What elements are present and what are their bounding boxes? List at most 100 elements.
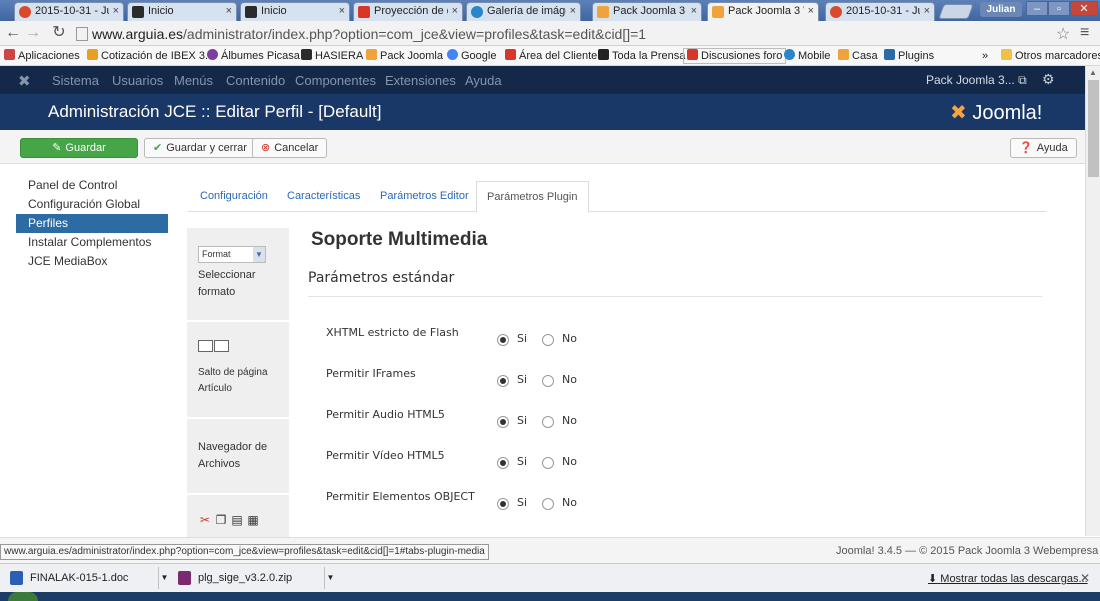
plugin-item-format[interactable]: Format ▼ Seleccionar formato: [187, 228, 289, 321]
sidebar-item-instalar-complementos[interactable]: Instalar Complementos: [16, 233, 168, 252]
site-link[interactable]: Pack Joomla 3... ⧉: [926, 73, 1027, 88]
show-all-downloads-link[interactable]: ⬇ Mostrar todas las descargas...: [928, 572, 1088, 585]
sidebar-item-jce-mediabox[interactable]: JCE MediaBox: [16, 252, 168, 271]
cancel-button[interactable]: ⊗ Cancelar: [252, 138, 328, 158]
browser-tab[interactable]: Galería de imáge ×: [466, 2, 581, 21]
bookmark-ibex[interactable]: Cotización de IBEX 3...: [87, 49, 214, 63]
radio-no[interactable]: [542, 498, 554, 510]
bookmark-google[interactable]: Google: [447, 49, 496, 63]
format-select[interactable]: Format ▼: [198, 246, 266, 263]
save-close-button[interactable]: ✔ Guardar y cerrar: [144, 138, 256, 158]
maximize-icon[interactable]: ▫: [1048, 1, 1070, 16]
bookmarks-bar: Aplicaciones Cotización de IBEX 3... Álb…: [0, 46, 1100, 66]
radio-yes[interactable]: [497, 416, 509, 428]
new-tab-button[interactable]: [938, 4, 974, 19]
bookmark-casa[interactable]: Casa: [838, 49, 878, 63]
bookmark-plugins[interactable]: Plugins: [884, 49, 934, 63]
bookmark-mobile[interactable]: Mobile: [784, 49, 830, 63]
param-row: XHTML estricto de Flash Si No: [326, 326, 606, 346]
minimize-icon[interactable]: –: [1026, 1, 1048, 16]
browser-tab[interactable]: Proyección de di ×: [353, 2, 463, 21]
close-icon[interactable]: ×: [113, 3, 119, 20]
radio-yes[interactable]: [497, 457, 509, 469]
download-item[interactable]: FINALAK-015-1.doc ▼: [4, 567, 170, 589]
start-button-icon[interactable]: [8, 592, 38, 601]
bookmark-toda-prensa[interactable]: Toda la Prensa: [598, 49, 685, 63]
close-icon[interactable]: ✕: [1080, 571, 1090, 585]
bookmark-star-icon[interactable]: ☆: [1056, 24, 1070, 44]
tab-title: Proyección de di: [374, 5, 448, 17]
radio-yes[interactable]: [497, 334, 509, 346]
browser-tab[interactable]: Pack Joomla 3 W ×: [592, 2, 702, 21]
reload-icon[interactable]: ↻: [50, 24, 68, 42]
forward-arrow-icon[interactable]: →: [24, 24, 42, 42]
close-icon[interactable]: ×: [691, 3, 697, 20]
sidebar-item-perfiles[interactable]: Perfiles: [16, 214, 168, 233]
close-icon[interactable]: ×: [570, 3, 576, 20]
plugin-item-browser[interactable]: Navegador de Archivos: [187, 419, 289, 494]
bookmark-label: Discusiones foro: [701, 50, 783, 62]
nav-extensiones[interactable]: Extensiones: [385, 73, 456, 88]
menu-icon[interactable]: ≡: [1080, 24, 1089, 42]
tab-parametros-plugin[interactable]: Parámetros Plugin: [476, 181, 589, 213]
back-arrow-icon[interactable]: ←: [4, 24, 22, 42]
paste-icon: ▤: [231, 513, 243, 527]
bookmark-area-cliente[interactable]: Área del Cliente: [505, 49, 597, 63]
nav-menus[interactable]: Menús: [174, 73, 213, 88]
radio-no[interactable]: [542, 416, 554, 428]
browser-tab[interactable]: Inicio ×: [240, 2, 350, 21]
radio-yes[interactable]: [497, 375, 509, 387]
chevron-down-icon[interactable]: ▼: [158, 567, 170, 589]
nav-contenido[interactable]: Contenido: [226, 73, 285, 88]
browser-tab[interactable]: Inicio ×: [127, 2, 237, 21]
close-icon[interactable]: ×: [339, 3, 345, 20]
page-scrollbar[interactable]: ▲: [1085, 66, 1100, 536]
site-icon: [301, 49, 312, 60]
webempresa-icon: [687, 49, 698, 60]
bookmarks-overflow-icon[interactable]: »: [982, 49, 988, 63]
help-button[interactable]: ❓ Ayuda: [1010, 138, 1077, 158]
chevron-down-icon[interactable]: ▼: [324, 567, 336, 589]
url-input[interactable]: www.arguia.es/administrator/index.php?op…: [76, 24, 1070, 44]
browser-tab[interactable]: 2015-10-31 - Juli ×: [14, 2, 124, 21]
joomla-logo-icon[interactable]: ✖: [18, 72, 31, 90]
user-profile-badge[interactable]: Julian: [980, 2, 1022, 17]
radio-no[interactable]: [542, 375, 554, 387]
bookmark-pack-joomla[interactable]: Pack Joomla: [366, 49, 443, 63]
tab-title: Inicio: [261, 5, 287, 17]
close-icon[interactable]: ×: [808, 3, 814, 20]
param-label: XHTML estricto de Flash: [326, 326, 459, 339]
nav-componentes[interactable]: Componentes: [295, 73, 376, 88]
download-item[interactable]: plg_sige_v3.2.0.zip ▼: [172, 567, 336, 589]
bookmark-other[interactable]: Otros marcadores: [1001, 49, 1100, 63]
bookmark-picasa[interactable]: Álbumes Picasa: [207, 49, 300, 63]
scroll-thumb[interactable]: [1088, 80, 1099, 177]
close-icon[interactable]: ×: [924, 3, 930, 20]
bookmark-discusiones[interactable]: Discusiones foro: [683, 48, 787, 64]
radio-no[interactable]: [542, 457, 554, 469]
bookmark-hasiera[interactable]: HASIERA: [301, 49, 363, 63]
radio-yes[interactable]: [497, 498, 509, 510]
nav-usuarios[interactable]: Usuarios: [112, 73, 163, 88]
browser-tab[interactable]: 2015-10-31 - Juli ×: [825, 2, 935, 21]
gear-icon[interactable]: ⚙: [1042, 71, 1055, 88]
tab-caracteristicas[interactable]: Características: [277, 181, 370, 212]
browser-tab-active[interactable]: Pack Joomla 3 W ×: [707, 2, 819, 21]
tab-title: 2015-10-31 - Juli: [35, 5, 109, 17]
tab-configuracion[interactable]: Configuración: [190, 181, 278, 212]
radio-no[interactable]: [542, 334, 554, 346]
close-icon[interactable]: ×: [452, 3, 458, 20]
sidebar-item-configuracion-global[interactable]: Configuración Global: [16, 195, 168, 214]
nav-ayuda[interactable]: Ayuda: [465, 73, 502, 88]
plugin-item-pagebreak[interactable]: Salto de página Artículo: [187, 322, 289, 418]
close-icon[interactable]: ×: [226, 3, 232, 20]
window-close-icon[interactable]: ✕: [1070, 1, 1098, 16]
param-label: Permitir Audio HTML5: [326, 408, 445, 421]
sidebar-item-panel-control[interactable]: Panel de Control: [16, 176, 168, 195]
save-button[interactable]: ✎ Guardar: [20, 138, 138, 158]
scroll-up-icon[interactable]: ▲: [1089, 68, 1097, 77]
plugin-item-clipboard[interactable]: ✂ ❐ ▤ ▦: [187, 495, 289, 538]
bookmark-apps[interactable]: Aplicaciones: [4, 49, 80, 63]
tab-parametros-editor[interactable]: Parámetros Editor: [370, 181, 479, 212]
nav-sistema[interactable]: Sistema: [52, 73, 99, 88]
